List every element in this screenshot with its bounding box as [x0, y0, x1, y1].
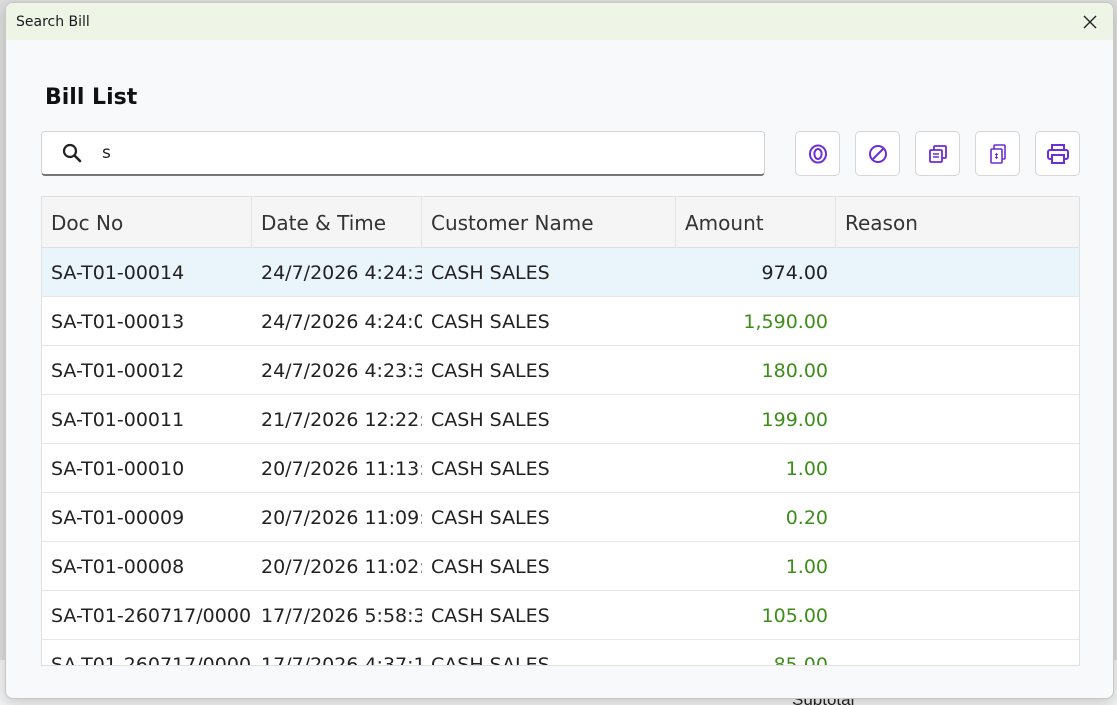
cell-amount: 1.00 [785, 555, 828, 578]
cell-amount: 180.00 [761, 359, 828, 382]
cell-doc: SA-T01-00014 [51, 261, 185, 284]
void-button[interactable] [855, 131, 900, 176]
cell-doc: SA-T01-00009 [51, 506, 185, 529]
column-header-doc-no[interactable]: Doc No [42, 197, 252, 248]
table-row[interactable]: SA-T01-00014 24/7/2026 4:24:3 CASH SALES 97… [42, 248, 1079, 297]
table-row[interactable]: SA-T01-260717/0000 17/7/2026 4:37:1 CASH S… [42, 640, 1079, 666]
table-header: Doc No Date & Time Customer Name Amount … [42, 197, 1079, 248]
cell-customer: CASH SALES [431, 310, 550, 333]
cell-amount: 85.00 [773, 653, 828, 666]
void-icon [868, 144, 887, 163]
cell-customer: CASH SALES [431, 653, 550, 666]
cell-reason [836, 395, 1079, 444]
cell-datetime: 20/7/2026 11:02: [261, 555, 422, 578]
print-icon [1046, 143, 1069, 164]
cell-reason [836, 640, 1079, 665]
cell-doc: SA-T01-00010 [51, 457, 185, 480]
cell-doc: SA-T01-00012 [51, 359, 185, 382]
cell-reason [836, 297, 1079, 346]
search-icon [42, 142, 102, 164]
cell-customer: CASH SALES [431, 261, 550, 284]
table-row[interactable]: SA-T01-00012 24/7/2026 4:23:3 CASH SALES 18… [42, 346, 1079, 395]
cell-reason [836, 248, 1079, 297]
cell-customer: CASH SALES [431, 359, 550, 382]
copy-button[interactable] [915, 131, 960, 176]
copy-bill-button[interactable] [975, 131, 1020, 176]
cell-customer: CASH SALES [431, 506, 550, 529]
search-bill-dialog: Search Bill Bill List s Doc No Date & Ti… [5, 2, 1114, 699]
table-body: SA-T01-00014 24/7/2026 4:24:3 CASH SALES 97… [42, 248, 1079, 666]
cell-customer: CASH SALES [431, 555, 550, 578]
close-button[interactable] [1079, 11, 1101, 33]
cell-amount: 1,590.00 [743, 310, 828, 333]
cell-doc: SA-T01-00013 [51, 310, 185, 333]
cell-customer: CASH SALES [431, 408, 550, 431]
cell-datetime: 20/7/2026 11:09: [261, 506, 422, 529]
cell-reason [836, 493, 1079, 542]
cell-datetime: 24/7/2026 4:24:3 [261, 261, 422, 284]
cell-datetime: 17/7/2026 4:37:1 [261, 653, 422, 666]
dialog-titlebar: Search Bill [6, 3, 1113, 40]
page-title: Bill List [45, 85, 138, 110]
cell-datetime: 20/7/2026 11:13: [261, 457, 422, 480]
cell-doc: SA-T01-260717/0000 [51, 604, 252, 627]
column-header-reason[interactable]: Reason [836, 197, 1079, 248]
print-button[interactable] [1035, 131, 1080, 176]
cell-customer: CASH SALES [431, 457, 550, 480]
table-row[interactable]: SA-T01-00013 24/7/2026 4:24:0 CASH SALES 1,… [42, 297, 1079, 346]
table-row[interactable]: SA-T01-00011 21/7/2026 12:22: CASH SALES 19… [42, 395, 1079, 444]
table-row[interactable]: SA-T01-260717/0000 17/7/2026 5:58:3 CASH S… [42, 591, 1079, 640]
table-row[interactable]: SA-T01-00008 20/7/2026 11:02: CASH SALES 1.… [42, 542, 1079, 591]
cell-amount: 199.00 [761, 408, 828, 431]
table-row[interactable]: SA-T01-00009 20/7/2026 11:09: CASH SALES 0.… [42, 493, 1079, 542]
cell-doc: SA-T01-00011 [51, 408, 185, 431]
column-header-customer-name[interactable]: Customer Name [422, 197, 676, 248]
cell-datetime: 24/7/2026 4:23:3 [261, 359, 422, 382]
coin-icon [808, 144, 827, 163]
column-header-amount[interactable]: Amount [676, 197, 836, 248]
cell-datetime: 24/7/2026 4:24:0 [261, 310, 422, 333]
copy-icon [928, 144, 947, 163]
cell-amount: 105.00 [761, 604, 828, 627]
cell-amount: 1.00 [785, 457, 828, 480]
close-icon [1083, 15, 1097, 28]
column-header-date-time[interactable]: Date & Time [252, 197, 422, 248]
dialog-title: Search Bill [16, 13, 90, 30]
copy-bill-icon [989, 143, 1006, 164]
search-box[interactable] [41, 131, 765, 176]
cell-reason [836, 346, 1079, 395]
table-row[interactable]: SA-T01-00010 20/7/2026 11:13: CASH SALES 1.… [42, 444, 1079, 493]
cell-reason [836, 591, 1079, 640]
cell-doc: SA-T01-260717/0000 [51, 653, 252, 666]
cell-customer: CASH SALES [431, 604, 550, 627]
cell-datetime: 21/7/2026 12:22: [261, 408, 422, 431]
coin-button[interactable] [795, 131, 840, 176]
cell-reason [836, 542, 1079, 591]
cell-doc: SA-T01-00008 [51, 555, 185, 578]
cell-reason [836, 444, 1079, 493]
cell-amount: 0.20 [785, 506, 828, 529]
search-input[interactable] [102, 143, 742, 163]
cell-amount: 974.00 [761, 261, 828, 284]
bill-table: Doc No Date & Time Customer Name Amount … [41, 196, 1080, 666]
cell-datetime: 17/7/2026 5:58:3 [261, 604, 422, 627]
